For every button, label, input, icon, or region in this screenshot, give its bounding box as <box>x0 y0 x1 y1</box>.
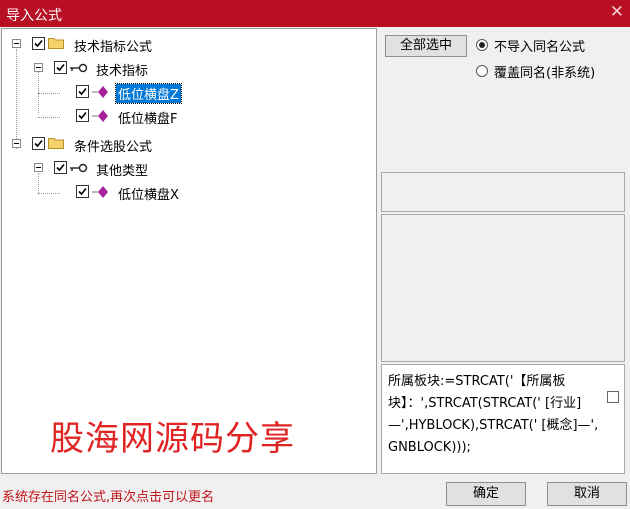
radio-skip-label: 不导入同名公式 <box>494 40 586 55</box>
tree-item-label: 技术指标公式 <box>74 40 153 55</box>
tree-item-label: 低位横盘Z <box>115 83 182 104</box>
select-all-button[interactable]: 全部选中 <box>385 35 467 57</box>
collapse-icon[interactable] <box>34 163 43 172</box>
formula-icon <box>92 86 108 98</box>
tree-checkbox[interactable] <box>54 161 67 174</box>
tree-checkbox[interactable] <box>54 61 67 74</box>
collapse-icon[interactable] <box>12 39 21 48</box>
status-message: 系统存在同名公式,再次点击可以更名 <box>2 490 215 505</box>
folder-icon <box>48 38 64 49</box>
collapse-icon[interactable] <box>12 139 21 148</box>
info-panel <box>381 172 625 212</box>
folder-icon <box>48 138 64 149</box>
tree-item-label: 条件选股公式 <box>74 140 153 155</box>
tree-item[interactable]: 低位横盘X <box>2 182 372 203</box>
tree-checkbox[interactable] <box>76 109 89 122</box>
tree-item[interactable]: 技术指标公式 <box>2 34 372 55</box>
tree-item[interactable]: 其他类型 <box>2 158 372 179</box>
formula-textbox[interactable]: 所属板块:=STRCAT('【所属板块】：',STRCAT(STRCAT(' [… <box>381 364 625 474</box>
radio-overwrite-label: 覆盖同名(非系统) <box>494 66 596 81</box>
collapse-icon[interactable] <box>34 63 43 72</box>
description-panel <box>381 214 625 362</box>
tree-item-label: 其他类型 <box>96 164 149 179</box>
formula-icon <box>92 186 108 198</box>
key-icon <box>70 63 88 73</box>
tree-checkbox[interactable] <box>32 37 45 50</box>
radio-skip-duplicates[interactable] <box>476 39 488 51</box>
formula-checkbox[interactable] <box>607 391 619 403</box>
formula-text: 所属板块:=STRCAT('【所属板块】：',STRCAT(STRCAT(' [… <box>388 374 599 455</box>
radio-overwrite[interactable] <box>476 65 488 77</box>
tree-item-label: 低位横盘F <box>118 112 178 127</box>
tree-item-label: 技术指标 <box>96 64 149 79</box>
tree-checkbox[interactable] <box>76 85 89 98</box>
tree-checkbox[interactable] <box>76 185 89 198</box>
tree-item[interactable]: 技术指标 <box>2 58 372 79</box>
tree-checkbox[interactable] <box>32 137 45 150</box>
tree-item[interactable]: 低位横盘Z <box>2 82 372 104</box>
key-icon <box>70 163 88 173</box>
tree-item[interactable]: 低位横盘F <box>2 106 372 127</box>
ok-button[interactable]: 确定 <box>446 482 526 506</box>
window-title: 导入公式 <box>6 8 62 24</box>
formula-tree[interactable]: 技术指标公式 技术指标 低位横盘Z 低位横盘F 条件选股公式 其他类型 低位横盘… <box>1 28 377 474</box>
cancel-button[interactable]: 取消 <box>547 482 627 506</box>
tree-item-label: 低位横盘X <box>118 188 179 203</box>
watermark-text: 股海网源码分享 <box>50 419 295 459</box>
close-icon[interactable]: ✕ <box>610 2 624 22</box>
title-bar: 导入公式 ✕ <box>0 0 630 27</box>
tree-item[interactable]: 条件选股公式 <box>2 134 372 155</box>
formula-icon <box>92 110 108 122</box>
